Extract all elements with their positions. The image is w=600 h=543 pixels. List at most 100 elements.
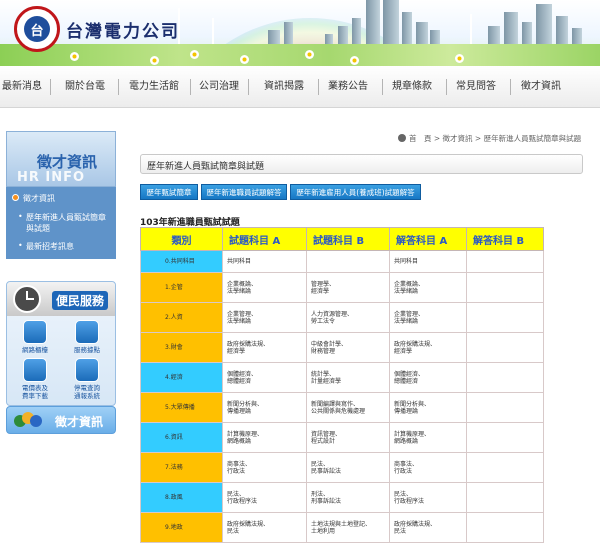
cell-category: 6.資訊 bbox=[140, 422, 223, 453]
cell-answer-b bbox=[466, 302, 544, 333]
cell-subject-b[interactable]: 中級會計學、 財務管理 bbox=[306, 332, 390, 363]
nav-item-disclosure[interactable]: 資訊揭露 bbox=[254, 66, 314, 108]
nav-item-about[interactable]: 關於台電 bbox=[58, 66, 112, 108]
sidebar-item-past-exams[interactable]: 歷年新進人員甄試簡章 bbox=[26, 212, 106, 223]
clock-icon bbox=[13, 285, 41, 313]
nav-divider bbox=[446, 79, 447, 95]
cell-answer-a[interactable]: 新聞分析與、 傳播理論 bbox=[389, 392, 467, 423]
cell-answer-b bbox=[466, 392, 544, 423]
outage-report-icon bbox=[75, 358, 99, 382]
cell-answer-a[interactable]: 企業概論、 法學緒論 bbox=[389, 272, 467, 303]
column-header-category: 類別 bbox=[140, 227, 223, 251]
sidebar-item-past-exams-line2[interactable]: 與試題 bbox=[26, 223, 50, 234]
hr-info-banner[interactable]: 徵才資訊 bbox=[6, 406, 116, 434]
service-label: 停電查詢 通報系統 bbox=[74, 384, 100, 400]
table-row: 2.人資 企業管理、 法學緒論 人力資源管理、 勞工法令 企業管理、 法學緒論 bbox=[140, 302, 544, 333]
cell-subject-b[interactable]: 人力資源管理、 勞工法令 bbox=[306, 302, 390, 333]
cell-subject-a[interactable]: 企業管理、 法學緒論 bbox=[222, 302, 307, 333]
cell-answer-a[interactable]: 民法、 行政程序法 bbox=[389, 482, 467, 513]
cell-subject-b[interactable]: 土地法規與土地登記、 土地利用 bbox=[306, 512, 390, 543]
flower-icon bbox=[305, 50, 314, 59]
flower-icon bbox=[70, 52, 79, 61]
bullet-icon bbox=[12, 194, 19, 201]
cell-answer-a[interactable]: 計算機原理、 網路概論 bbox=[389, 422, 467, 453]
service-panel-title: 便民服務 bbox=[52, 291, 109, 310]
breadcrumb-text[interactable]: 首 頁 > 徵才資訊 > 歷年新進人員甄試簡章與試題 bbox=[409, 134, 581, 143]
cell-category: 7.法務 bbox=[140, 452, 223, 483]
nav-item-recruitment[interactable]: 徵才資訊 bbox=[514, 66, 568, 108]
home-icon[interactable] bbox=[398, 134, 406, 142]
cell-subject-b[interactable]: 管理學、 經濟學 bbox=[306, 272, 390, 303]
nav-item-news[interactable]: 最新消息 bbox=[0, 66, 44, 108]
cell-answer-a[interactable]: 商事法、 行政法 bbox=[389, 452, 467, 483]
flower-icon bbox=[350, 56, 359, 65]
cell-answer-b bbox=[466, 512, 544, 543]
service-locations[interactable]: 服務據點 bbox=[63, 320, 111, 362]
table-row: 1.企管 企業概論、 法學緒論 管理學、 經濟學 企業概論、 法學緒論 bbox=[140, 272, 544, 303]
cell-answer-a[interactable]: 政府採購法規、 民法 bbox=[389, 512, 467, 543]
cell-subject-a[interactable]: 民法、 行政程序法 bbox=[222, 482, 307, 513]
flower-icon bbox=[190, 50, 199, 59]
cell-subject-a[interactable]: 商事法、 行政法 bbox=[222, 452, 307, 483]
cell-answer-a[interactable]: 共同科目 bbox=[389, 250, 467, 273]
service-label: 網路櫃檯 bbox=[22, 346, 48, 354]
hr-banner-label: 徵才資訊 bbox=[55, 415, 104, 429]
nav-item-life[interactable]: 電力生活館 bbox=[124, 66, 184, 108]
nav-divider bbox=[510, 79, 511, 95]
sidebar-item-recruitment[interactable]: 徵才資訊 bbox=[23, 193, 55, 204]
service-online-counter[interactable]: 網路櫃檯 bbox=[11, 320, 59, 362]
nav-divider bbox=[118, 79, 119, 95]
cell-answer-b bbox=[466, 272, 544, 303]
cell-subject-a[interactable]: 政府採購法規、 民法 bbox=[222, 512, 307, 543]
table-row: 4.經濟 個體經濟、 總體經濟 統計學、 計量經濟學 個體經濟、 總體經濟 bbox=[140, 362, 544, 393]
flower-icon bbox=[455, 54, 464, 63]
service-panel-header: 便民服務 bbox=[7, 282, 115, 316]
table-row: 5.大眾傳播 新聞分析與、 傳播理論 新聞編譯與寫作、 公共關係與危機處理 新聞分析與… bbox=[140, 392, 544, 423]
exam-table-body: 0.共同科目 共同科目 共同科目 1.企管 企業概論、 法學緒論 管理學、 經濟學 企業概論… bbox=[140, 250, 544, 543]
cell-answer-b bbox=[466, 332, 544, 363]
cell-answer-a[interactable]: 個體經濟、 總體經濟 bbox=[389, 362, 467, 393]
nav-divider bbox=[190, 79, 191, 95]
cell-subject-a[interactable]: 企業概論、 法學緒論 bbox=[222, 272, 307, 303]
tab-past-brochures[interactable]: 歷年甄試簡章 bbox=[140, 184, 198, 200]
table-row: 7.法務 商事法、 行政法 民法、 民事訴訟法 商事法、 行政法 bbox=[140, 452, 544, 483]
cell-answer-a[interactable]: 政府採購法規、 經濟學 bbox=[389, 332, 467, 363]
service-label: 服務據點 bbox=[74, 346, 100, 354]
cell-subject-a[interactable]: 共同科目 bbox=[222, 250, 307, 273]
company-name[interactable]: 台灣電力公司 bbox=[66, 17, 180, 42]
nav-item-announcements[interactable]: 業務公告 bbox=[320, 66, 376, 108]
people-icon bbox=[14, 412, 44, 430]
nav-item-regulations[interactable]: 規章條款 bbox=[384, 66, 440, 108]
tab-staff-exam-answers[interactable]: 歷年新進職員試題解答 bbox=[201, 184, 287, 200]
service-rate-download[interactable]: 電價表及 費率下載 bbox=[11, 358, 59, 400]
cell-subject-a[interactable]: 個體經濟、 總體經濟 bbox=[222, 362, 307, 393]
cell-subject-b[interactable]: 新聞編譯與寫作、 公共關係與危機處理 bbox=[306, 392, 390, 423]
tab-trainee-exam-answers[interactable]: 歷年新進雇用人員(養成班)試題解答 bbox=[290, 184, 421, 200]
cell-answer-b bbox=[466, 482, 544, 513]
sidebar-item-latest[interactable]: 最新招考訊息 bbox=[26, 241, 74, 252]
breadcrumb: 首 頁 > 徵才資訊 > 歷年新進人員甄試簡章與試題 bbox=[398, 133, 581, 144]
page-title: 歷年新進人員甄試簡章與試題 bbox=[147, 162, 265, 172]
top-nav: 最新消息 關於台電 電力生活館 公司治理 資訊揭露 業務公告 規章條款 常見問答… bbox=[0, 66, 600, 108]
cell-answer-b bbox=[466, 452, 544, 483]
cell-subject-b[interactable]: 資訊管理、 程式設計 bbox=[306, 422, 390, 453]
nav-item-governance[interactable]: 公司治理 bbox=[194, 66, 244, 108]
cell-category: 9.地政 bbox=[140, 512, 223, 543]
cell-answer-b bbox=[466, 422, 544, 453]
service-location-icon bbox=[75, 320, 99, 344]
cell-subject-b[interactable]: 民法、 民事訴訟法 bbox=[306, 452, 390, 483]
sidebar-item-dot: • bbox=[18, 241, 23, 250]
cell-subject-a[interactable]: 新聞分析與、 傳播理論 bbox=[222, 392, 307, 423]
flower-icon bbox=[240, 55, 249, 64]
cell-answer-b bbox=[466, 362, 544, 393]
cell-answer-a[interactable]: 企業管理、 法學緒論 bbox=[389, 302, 467, 333]
cell-subject-b[interactable]: 刑法、 刑事訴訟法 bbox=[306, 482, 390, 513]
company-logo[interactable]: 台 bbox=[14, 6, 60, 52]
cell-subject-a[interactable]: 政府採購法規、 經濟學 bbox=[222, 332, 307, 363]
table-row: 3.財會 政府採購法規、 經濟學 中級會計學、 財務管理 政府採購法規、 經濟學 bbox=[140, 332, 544, 363]
cell-subject-b[interactable]: 統計學、 計量經濟學 bbox=[306, 362, 390, 393]
column-header-subject-b: 試題科目 B bbox=[306, 227, 390, 251]
cell-subject-a[interactable]: 計算機原理、 網路概論 bbox=[222, 422, 307, 453]
nav-item-faq[interactable]: 常見問答 bbox=[448, 66, 504, 108]
service-outage-query[interactable]: 停電查詢 通報系統 bbox=[63, 358, 111, 400]
